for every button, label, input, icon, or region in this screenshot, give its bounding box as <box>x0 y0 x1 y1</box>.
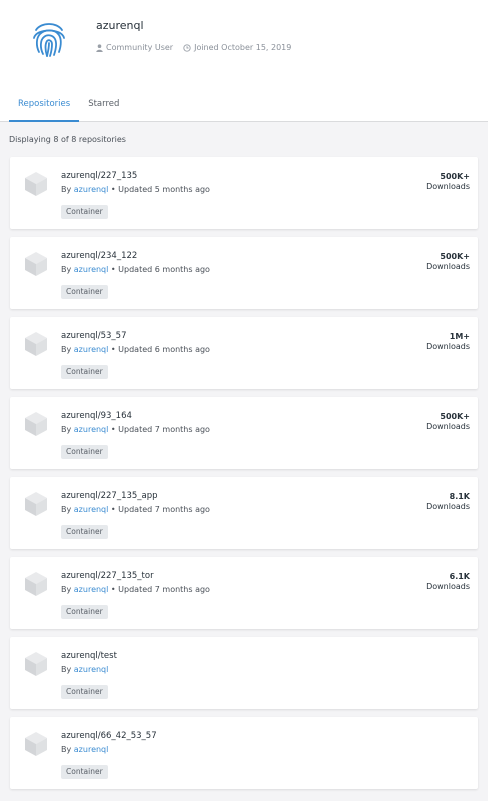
download-label: Downloads <box>426 582 470 591</box>
by-label: By <box>61 345 72 354</box>
by-label: By <box>61 265 72 274</box>
repository-name[interactable]: azurenql/227_135 <box>61 171 137 181</box>
download-stats: 500K+ Downloads <box>426 252 470 272</box>
repository-subline: By azurenql • Updated 7 months ago <box>61 425 210 434</box>
container-cube-icon <box>25 732 47 756</box>
download-stats: 500K+ Downloads <box>426 412 470 432</box>
container-cube-icon <box>25 252 47 276</box>
owner-link[interactable]: azurenql <box>74 425 109 434</box>
owner-link[interactable]: azurenql <box>74 745 109 754</box>
repository-card[interactable]: azurenql/test By azurenql Container <box>10 637 478 709</box>
repository-card[interactable]: azurenql/227_135_app By azurenql • Updat… <box>10 477 478 549</box>
by-label: By <box>61 665 72 674</box>
repository-subline: By azurenql • Updated 7 months ago <box>61 505 210 514</box>
profile-meta: Community User Joined October 15, 2019 <box>96 43 291 52</box>
tab-repositories[interactable]: Repositories <box>9 98 80 122</box>
repository-name[interactable]: azurenql/234_122 <box>61 251 137 261</box>
joined-meta: Joined October 15, 2019 <box>183 43 291 52</box>
repository-count: Displaying 8 of 8 repositories <box>9 135 126 144</box>
type-badge: Container <box>61 605 108 619</box>
container-cube-icon <box>25 492 47 516</box>
repository-card[interactable]: azurenql/93_164 By azurenql • Updated 7 … <box>10 397 478 469</box>
repository-subline: By azurenql <box>61 665 108 674</box>
download-count: 500K+ <box>440 252 470 261</box>
by-label: By <box>61 505 72 514</box>
joined-label: Joined October 15, 2019 <box>194 43 292 52</box>
repository-name[interactable]: azurenql/93_164 <box>61 411 132 421</box>
by-label: By <box>61 745 72 754</box>
repository-list: azurenql/227_135 By azurenql • Updated 5… <box>10 157 478 797</box>
download-stats: 500K+ Downloads <box>426 172 470 192</box>
updated-label: • Updated 7 months ago <box>110 585 210 594</box>
updated-label: • Updated 6 months ago <box>110 265 210 274</box>
owner-link[interactable]: azurenql <box>74 185 109 194</box>
owner-link[interactable]: azurenql <box>74 585 109 594</box>
repository-card[interactable]: azurenql/66_42_53_57 By azurenql Contain… <box>10 717 478 789</box>
updated-label: • Updated 7 months ago <box>110 505 210 514</box>
profile-tabs: Repositories Starred <box>9 98 128 122</box>
type-badge: Container <box>61 765 108 779</box>
fingerprint-icon <box>33 23 65 57</box>
owner-link[interactable]: azurenql <box>74 505 109 514</box>
repository-name[interactable]: azurenql/66_42_53_57 <box>61 731 157 741</box>
download-count: 500K+ <box>440 412 470 421</box>
role-meta: Community User <box>96 43 173 52</box>
repository-card[interactable]: azurenql/53_57 By azurenql • Updated 6 m… <box>10 317 478 389</box>
user-icon <box>96 43 103 52</box>
repository-subline: By azurenql • Updated 6 months ago <box>61 265 210 274</box>
repository-subline: By azurenql <box>61 745 108 754</box>
repository-name[interactable]: azurenql/227_135_app <box>61 491 158 501</box>
download-label: Downloads <box>426 262 470 271</box>
type-badge: Container <box>61 525 108 539</box>
owner-link[interactable]: azurenql <box>74 345 109 354</box>
updated-label: • Updated 6 months ago <box>110 345 210 354</box>
repository-subline: By azurenql • Updated 5 months ago <box>61 185 210 194</box>
repository-name[interactable]: azurenql/227_135_tor <box>61 571 154 581</box>
repository-subline: By azurenql • Updated 6 months ago <box>61 345 210 354</box>
profile-header: azurenql Community User Joined October 1… <box>0 0 488 122</box>
download-stats: 1M+ Downloads <box>426 332 470 352</box>
username: azurenql <box>96 19 144 32</box>
by-label: By <box>61 425 72 434</box>
repository-subline: By azurenql • Updated 7 months ago <box>61 585 210 594</box>
download-label: Downloads <box>426 182 470 191</box>
type-badge: Container <box>61 445 108 459</box>
container-cube-icon <box>25 412 47 436</box>
download-label: Downloads <box>426 502 470 511</box>
tab-starred[interactable]: Starred <box>79 98 128 122</box>
type-badge: Container <box>61 685 108 699</box>
download-count: 6.1K <box>449 572 470 581</box>
role-label: Community User <box>106 43 174 52</box>
type-badge: Container <box>61 365 108 379</box>
updated-label: • Updated 7 months ago <box>110 425 210 434</box>
type-badge: Container <box>61 285 108 299</box>
avatar <box>26 16 72 62</box>
container-cube-icon <box>25 572 47 596</box>
repository-name[interactable]: azurenql/53_57 <box>61 331 127 341</box>
download-stats: 8.1K Downloads <box>426 492 470 512</box>
download-count: 500K+ <box>440 172 470 181</box>
owner-link[interactable]: azurenql <box>74 265 109 274</box>
repository-card[interactable]: azurenql/227_135 By azurenql • Updated 5… <box>10 157 478 229</box>
type-badge: Container <box>61 205 108 219</box>
repository-card[interactable]: azurenql/227_135_tor By azurenql • Updat… <box>10 557 478 629</box>
container-cube-icon <box>25 332 47 356</box>
download-label: Downloads <box>426 422 470 431</box>
download-count: 1M+ <box>449 332 470 341</box>
by-label: By <box>61 185 72 194</box>
repository-card[interactable]: azurenql/234_122 By azurenql • Updated 6… <box>10 237 478 309</box>
container-cube-icon <box>25 652 47 676</box>
download-stats: 6.1K Downloads <box>426 572 470 592</box>
updated-label: • Updated 5 months ago <box>110 185 210 194</box>
owner-link[interactable]: azurenql <box>74 665 109 674</box>
clock-icon <box>183 43 191 52</box>
download-label: Downloads <box>426 342 470 351</box>
container-cube-icon <box>25 172 47 196</box>
by-label: By <box>61 585 72 594</box>
repository-name[interactable]: azurenql/test <box>61 651 117 661</box>
download-count: 8.1K <box>449 492 470 501</box>
